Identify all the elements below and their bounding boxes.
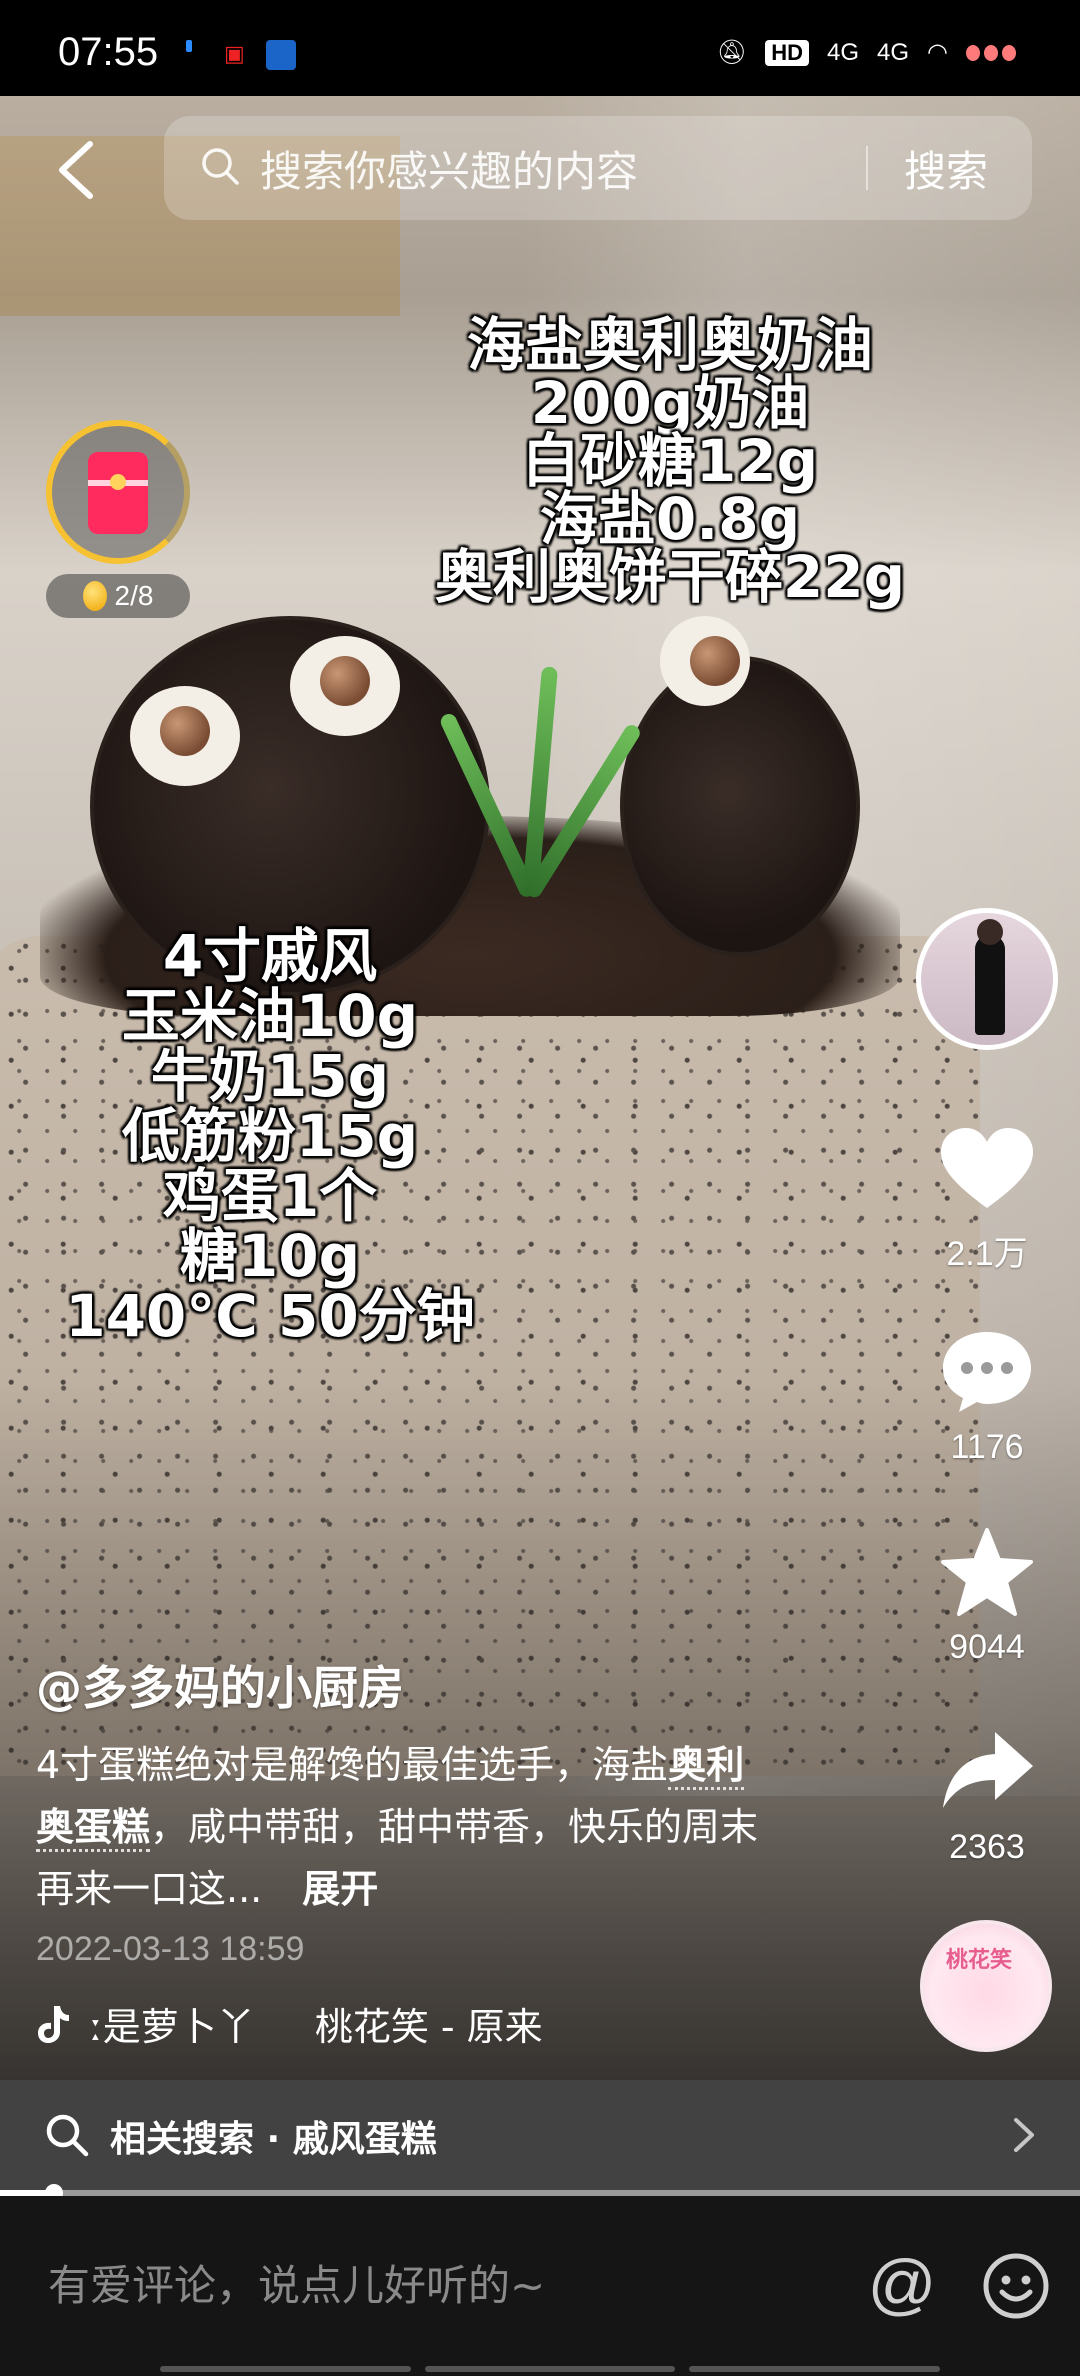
recipe-line: 鸡蛋1个 <box>162 1162 378 1230</box>
signal-icon-1: 4G <box>827 38 860 66</box>
related-search-bar[interactable]: 相关搜索 · 戚风蛋糕 <box>0 2080 1080 2190</box>
recipe-line: 4寸戚风 <box>162 922 378 990</box>
mint-garnish <box>438 636 643 901</box>
music-title: 桃花笑 - 原来 <box>314 2005 543 2049</box>
recipe-line: 海盐奥利奥奶油 <box>466 311 873 379</box>
music-info[interactable]: ː是萝卜丫 桃花笑 - 原来 <box>36 1996 543 2051</box>
hd-icon: HD <box>765 39 810 66</box>
music-disc-label: 桃花笑 <box>946 1948 1013 1973</box>
reward-progress-text: 2/8 <box>114 580 154 611</box>
search-button[interactable]: 搜索 <box>904 138 988 199</box>
comment-bubble-icon <box>943 1332 1031 1412</box>
author-name[interactable]: @多多妈的小厨房 <box>36 1652 404 1718</box>
share-count: 2363 <box>949 1828 1025 1866</box>
notification-icon <box>186 40 192 52</box>
oreo-cookie <box>620 656 860 956</box>
share-arrow-icon <box>943 1732 1033 1808</box>
red-packet-reward-button[interactable] <box>46 420 190 564</box>
favorite-count: 9044 <box>949 1628 1025 1666</box>
comment-input[interactable]: 有爱评论，说点儿好听的~ <box>48 2252 545 2313</box>
recipe-line: 海盐0.8g <box>539 485 801 553</box>
recipe-line: 糖10g <box>179 1222 361 1290</box>
gold-coin-icon <box>82 581 107 611</box>
search-divider <box>866 146 868 190</box>
emoji-icon[interactable] <box>982 2252 1050 2320</box>
expand-button[interactable]: 展开 <box>302 1867 378 1911</box>
recipe-cream-text: 海盐奥利奥奶油 200g奶油 白砂糖12g 海盐0.8g 奥利奥饼干碎22g <box>410 316 930 606</box>
chevron-right-icon <box>1014 2118 1034 2152</box>
comment-button[interactable]: 1176 <box>930 1326 1044 1467</box>
video-shade <box>0 1380 1080 2080</box>
kitchen-app-notification-icon: ▣ <box>224 42 245 67</box>
heart-icon <box>941 1128 1033 1208</box>
reward-progress-badge[interactable]: 2/8 <box>46 574 190 618</box>
author-avatar[interactable] <box>916 908 1058 1050</box>
comment-count: 1176 <box>950 1428 1024 1466</box>
app-notification-icon <box>266 40 296 70</box>
star-icon <box>941 1528 1033 1616</box>
search-icon <box>202 148 239 185</box>
recipe-line: 白砂糖12g <box>521 427 819 495</box>
search-bar[interactable]: 搜索你感兴趣的内容 搜索 <box>164 116 1032 220</box>
home-indicator <box>160 2366 941 2372</box>
music-author: ː是萝卜丫 <box>90 2005 255 2049</box>
mute-icon: 🔕︎ <box>716 39 748 66</box>
recipe-chiffon-text: 4寸戚风 玉米油10g 牛奶15g 低筋粉15g 鸡蛋1个 糖10g 140°C… <box>40 926 500 1346</box>
recipe-line: 奥利奥饼干碎22g <box>434 543 906 611</box>
at-mention-icon[interactable]: @ <box>866 2248 938 2320</box>
search-icon <box>46 2114 89 2157</box>
post-timestamp: 2022-03-13 18:59 <box>36 1930 305 1968</box>
recipe-line: 200g奶油 <box>530 369 810 437</box>
like-button[interactable]: 2.1万 <box>930 1124 1044 1275</box>
battery-icon <box>966 44 1016 61</box>
cookie-eye <box>660 616 750 706</box>
recipe-line: 牛奶15g <box>150 1042 390 1110</box>
music-note-icon <box>38 2005 69 2043</box>
signal-icon-2: 4G <box>877 38 910 66</box>
status-time: 07:55 <box>58 30 159 74</box>
share-button[interactable]: 2363 <box>930 1726 1044 1867</box>
related-search-text: 相关搜索 · 戚风蛋糕 <box>110 2119 437 2160</box>
status-bar: 07:55 ▣ 🔕︎ HD 4G 4G ◠ <box>0 0 1080 96</box>
status-icons: 🔕︎ HD 4G 4G ◠ <box>717 38 1016 67</box>
comment-bar: 有爱评论，说点儿好听的~ @ <box>0 2196 1080 2376</box>
avatar-figure <box>975 919 1005 1035</box>
wifi-icon: ◠ <box>927 39 948 66</box>
cookie-eye <box>130 686 240 786</box>
like-count: 2.1万 <box>946 1235 1028 1273</box>
recipe-line: 低筋粉15g <box>121 1102 419 1170</box>
cookie-eye <box>290 636 400 736</box>
recipe-line: 140°C 50分钟 <box>65 1282 475 1350</box>
recipe-line: 玉米油10g <box>121 982 419 1050</box>
description-text: 4寸蛋糕绝对是解馋的最佳选手，海盐 <box>36 1743 669 1787</box>
search-input[interactable]: 搜索你感兴趣的内容 <box>260 138 638 199</box>
video-description: 4寸蛋糕绝对是解馋的最佳选手，海盐奥利奥蛋糕，咸中带甜，甜中带香，快乐的周末再来… <box>36 1734 776 1920</box>
red-envelope-icon <box>88 452 148 534</box>
back-arrow-icon[interactable] <box>54 140 98 200</box>
music-disc[interactable]: 桃花笑 <box>920 1920 1052 2052</box>
favorite-button[interactable]: 9044 <box>930 1526 1044 1667</box>
